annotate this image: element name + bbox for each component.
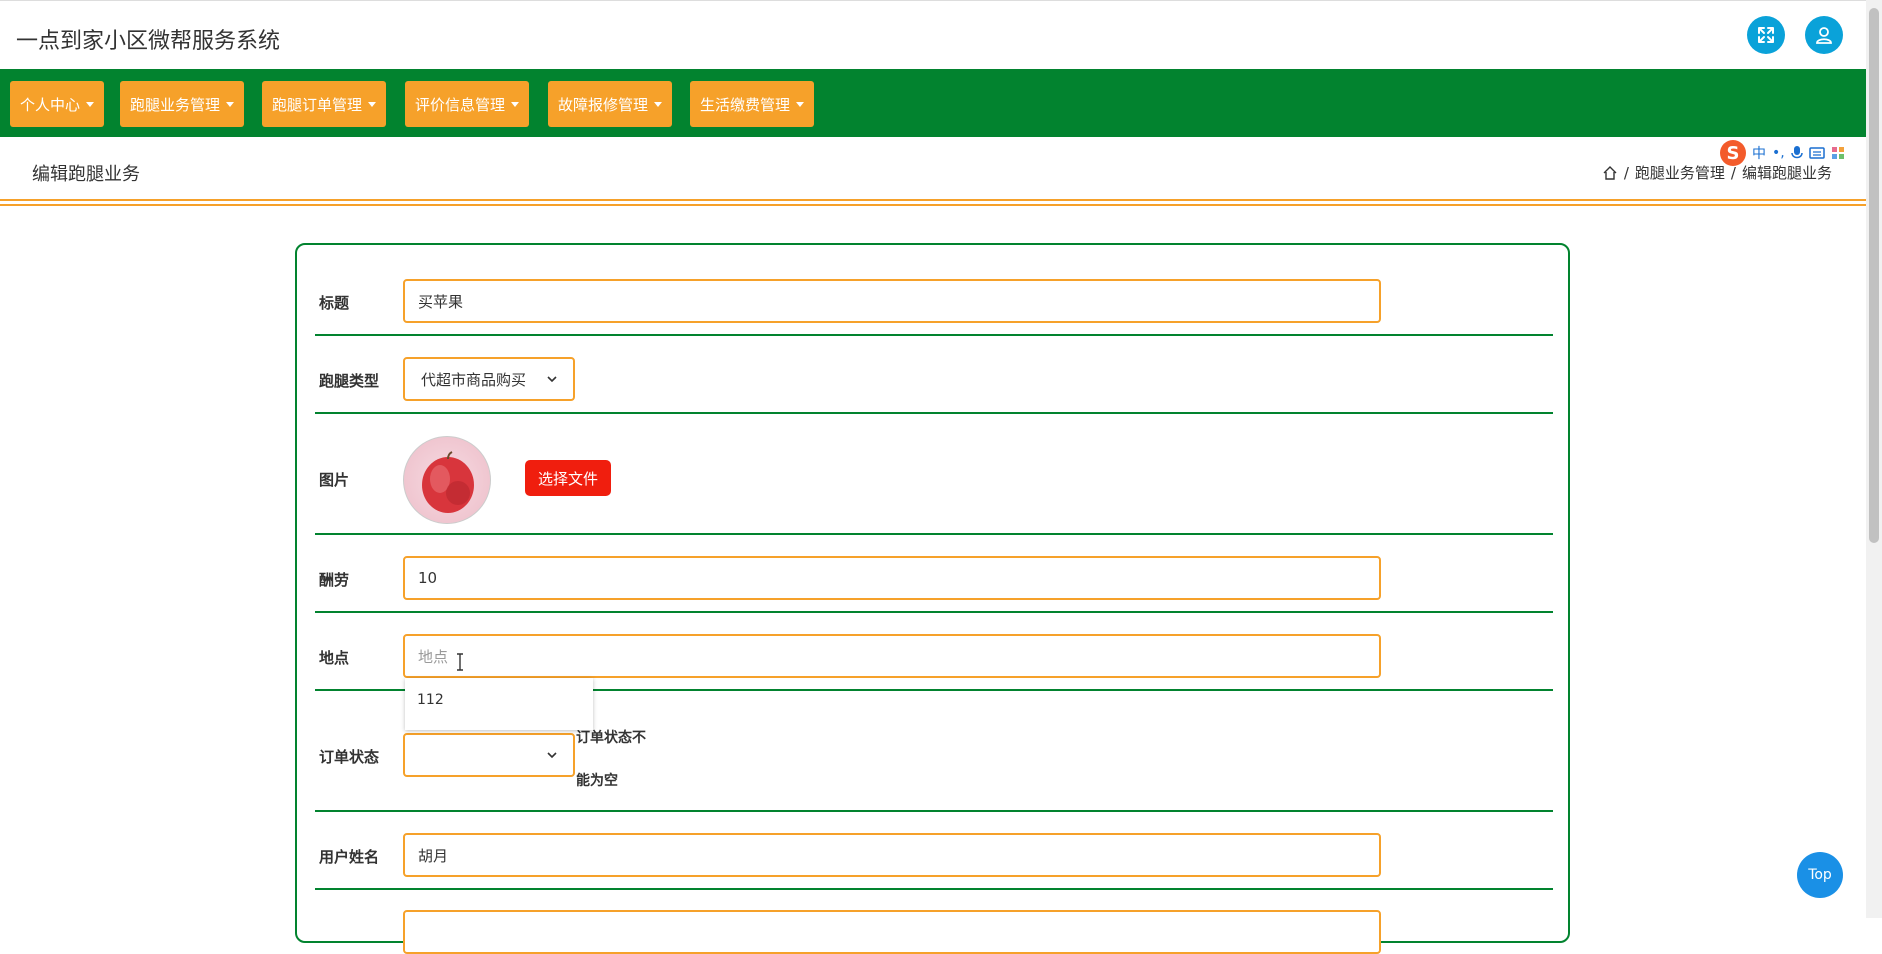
divider	[0, 199, 1866, 201]
type-select[interactable]: 代超市商品购买	[403, 357, 575, 401]
form-row-image: 图片 选择文件	[315, 414, 1553, 535]
user-icon	[1816, 27, 1832, 44]
page-title: 编辑跑腿业务	[32, 164, 140, 185]
username-label: 用户姓名	[319, 848, 380, 866]
type-label: 跑腿类型	[319, 372, 380, 390]
nav-item-bill-payment[interactable]: 生活缴费管理	[690, 81, 815, 127]
scrollbar[interactable]	[1866, 0, 1882, 918]
caret-down-icon	[86, 101, 95, 107]
status-error-line2: 能为空	[576, 773, 618, 789]
nav-item-label: 跑腿业务管理	[130, 95, 221, 114]
breadcrumb-sep: /	[1623, 163, 1629, 182]
main-nav: 个人中心 跑腿业务管理 跑腿订单管理 评价信息管理 故障报修管理 生活缴费管理	[0, 69, 1866, 137]
text-cursor-icon	[457, 653, 463, 671]
type-select-value: 代超市商品购买	[421, 370, 527, 389]
status-select[interactable]	[403, 733, 575, 777]
location-input[interactable]: 地点	[403, 634, 1381, 678]
top-header: 一点到家小区微帮服务系统	[0, 0, 1866, 69]
nav-item-errand-orders[interactable]: 跑腿订单管理	[262, 81, 387, 127]
caret-down-icon	[796, 101, 805, 107]
fullscreen-icon	[1758, 27, 1774, 43]
username-input[interactable]: 胡月	[403, 833, 1381, 877]
caret-down-icon	[226, 101, 235, 107]
nav-item-label: 生活缴费管理	[700, 95, 791, 114]
nav-item-repairs[interactable]: 故障报修管理	[548, 81, 673, 127]
keyboard-icon[interactable]	[1808, 147, 1825, 159]
nav-item-label: 个人中心	[20, 95, 81, 114]
form-row-title: 标题 买苹果	[315, 245, 1553, 336]
location-autocomplete-option[interactable]: 112	[405, 678, 593, 730]
edit-form: 标题 买苹果 跑腿类型 代超市商品购买 图片 选择文件 酬劳 10 地点 地点	[295, 243, 1570, 954]
nav-item-personal-center[interactable]: 个人中心	[10, 81, 105, 127]
chevron-down-icon	[547, 752, 557, 759]
ime-punct[interactable]: •,	[1772, 145, 1785, 161]
caret-down-icon	[368, 101, 377, 107]
app-title: 一点到家小区微帮服务系统	[16, 29, 281, 54]
breadcrumb-item[interactable]: 跑腿业务管理	[1635, 162, 1725, 183]
breadcrumb-sep: /	[1730, 163, 1736, 182]
title-label: 标题	[319, 294, 350, 312]
product-image	[403, 436, 491, 524]
caret-down-icon	[654, 101, 663, 107]
nav-item-label: 故障报修管理	[558, 95, 649, 114]
ime-mode[interactable]: 中	[1752, 143, 1766, 163]
caret-down-icon	[511, 101, 520, 107]
title-input[interactable]: 买苹果	[403, 279, 1381, 323]
microphone-icon[interactable]	[1790, 145, 1803, 161]
home-icon[interactable]	[1602, 165, 1618, 181]
image-label: 图片	[319, 471, 350, 489]
reward-input[interactable]: 10	[403, 556, 1381, 600]
nav-item-label: 跑腿订单管理	[272, 95, 363, 114]
nav-item-label: 评价信息管理	[415, 95, 506, 114]
location-label: 地点	[319, 649, 350, 667]
breadcrumb-item: 编辑跑腿业务	[1741, 164, 1832, 182]
breadcrumb: / 跑腿业务管理 / 编辑跑腿业务	[1602, 162, 1832, 183]
back-to-top-button[interactable]: Top	[1797, 852, 1843, 898]
form-row-type: 跑腿类型 代超市商品购买	[315, 336, 1553, 414]
form-row-username: 用户姓名 胡月	[315, 812, 1553, 890]
reward-label: 酬劳	[319, 571, 350, 589]
nav-item-errand-business[interactable]: 跑腿业务管理	[120, 81, 245, 127]
fullscreen-button[interactable]	[1747, 16, 1785, 54]
nav-item-reviews[interactable]: 评价信息管理	[405, 81, 530, 127]
user-button[interactable]	[1805, 16, 1843, 54]
next-input[interactable]	[403, 910, 1381, 954]
scrollbar-thumb[interactable]	[1869, 8, 1879, 543]
form-row-reward: 酬劳 10	[315, 535, 1553, 613]
apps-grid-icon[interactable]	[1831, 146, 1845, 160]
chevron-down-icon	[547, 376, 557, 383]
status-error-line1: 订单状态不	[576, 730, 646, 746]
choose-file-button[interactable]: 选择文件	[525, 460, 611, 496]
status-label: 订单状态	[319, 748, 380, 766]
divider	[0, 204, 1866, 206]
apple-image	[422, 451, 474, 513]
